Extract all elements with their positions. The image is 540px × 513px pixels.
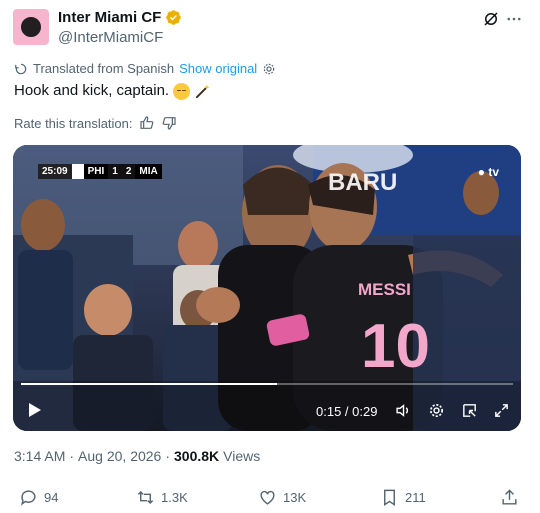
avatar[interactable]: [13, 9, 49, 45]
club-crest-icon: [19, 15, 43, 39]
share-button[interactable]: [500, 488, 519, 507]
translation-notice: Translated from Spanish Show original: [14, 61, 276, 76]
magic-wand-emoji-icon: [196, 83, 210, 98]
home-score: 1: [108, 164, 122, 179]
verified-badge-icon: [166, 10, 182, 25]
reply-icon: [20, 490, 36, 506]
repost-count: 1.3K: [161, 490, 188, 505]
show-original-link[interactable]: Show original: [179, 61, 257, 76]
bookmark-button[interactable]: 211: [380, 488, 426, 507]
thumbs-down-icon[interactable]: [161, 115, 177, 131]
like-button[interactable]: 13K: [258, 488, 306, 507]
post-date[interactable]: Aug 20, 2026: [78, 448, 161, 464]
reply-button[interactable]: 94: [19, 488, 58, 507]
heart-icon: [260, 490, 275, 505]
rate-label: Rate this translation:: [14, 115, 133, 131]
tweet-meta: 3:14 AM · Aug 20, 2026 · 300.8K Views: [14, 448, 260, 464]
user-handle[interactable]: @InterMiamiCF: [58, 29, 163, 46]
away-team: MIA: [135, 164, 162, 179]
fullscreen-icon[interactable]: [493, 402, 510, 419]
thumbs-up-icon[interactable]: [139, 115, 155, 131]
tweet-text: Hook and kick, captain.: [14, 81, 211, 101]
video-player[interactable]: MESSI 10 BARU 25:09 PHI 1 2 MIA ● tv 0:1…: [13, 145, 521, 431]
picture-in-picture-icon[interactable]: [461, 402, 478, 419]
volume-icon[interactable]: [395, 402, 412, 419]
bookmark-count: 211: [405, 490, 426, 505]
views-count: 300.8K: [174, 448, 220, 464]
repost-icon: [137, 490, 154, 505]
video-frame: MESSI 10 BARU: [13, 145, 521, 431]
apple-tv-watermark: ● tv: [478, 165, 499, 179]
tweet-body: Hook and kick, captain.: [14, 82, 170, 99]
translate-icon: [15, 63, 27, 74]
home-flag: [71, 164, 84, 179]
settings-icon[interactable]: [428, 402, 445, 419]
meta-separator: ·: [165, 448, 171, 464]
time-readout: 0:15 / 0:29: [316, 404, 378, 419]
away-score: 2: [121, 164, 136, 179]
watermark-text: tv: [488, 165, 499, 179]
grok-icon[interactable]: [482, 10, 500, 28]
rate-translation: Rate this translation:: [14, 115, 177, 131]
pensive-face-emoji-icon: [173, 82, 191, 100]
apple-logo-icon: ●: [477, 165, 485, 179]
settings-gear-icon[interactable]: [262, 62, 276, 76]
progress-bar[interactable]: [21, 383, 513, 385]
display-name[interactable]: Inter Miami CF: [58, 9, 161, 26]
views-label: Views: [223, 448, 261, 464]
action-bar: 94 1.3K 13K 211: [0, 488, 540, 510]
svg-text:10: 10: [361, 312, 430, 381]
translated-label: Translated from Spanish: [33, 61, 175, 76]
repost-button[interactable]: 1.3K: [136, 488, 188, 507]
progress-fill: [21, 383, 277, 385]
video-controls: 0:15 / 0:29: [13, 391, 521, 431]
home-team: PHI: [83, 164, 109, 179]
svg-text:BARU: BARU: [328, 169, 397, 196]
reply-count: 94: [44, 490, 59, 505]
more-options-icon[interactable]: [505, 10, 523, 28]
author-name-row: Inter Miami CF: [58, 9, 182, 26]
bookmark-icon: [384, 489, 395, 506]
like-count: 13K: [283, 490, 307, 505]
post-time[interactable]: 3:14 AM: [14, 448, 65, 464]
match-clock: 25:09: [38, 164, 72, 179]
share-icon: [502, 489, 517, 505]
play-icon[interactable]: [29, 403, 41, 417]
scorebug: 25:09 PHI 1 2 MIA: [38, 164, 162, 179]
svg-text:MESSI: MESSI: [358, 280, 411, 299]
meta-separator: ·: [69, 448, 75, 464]
